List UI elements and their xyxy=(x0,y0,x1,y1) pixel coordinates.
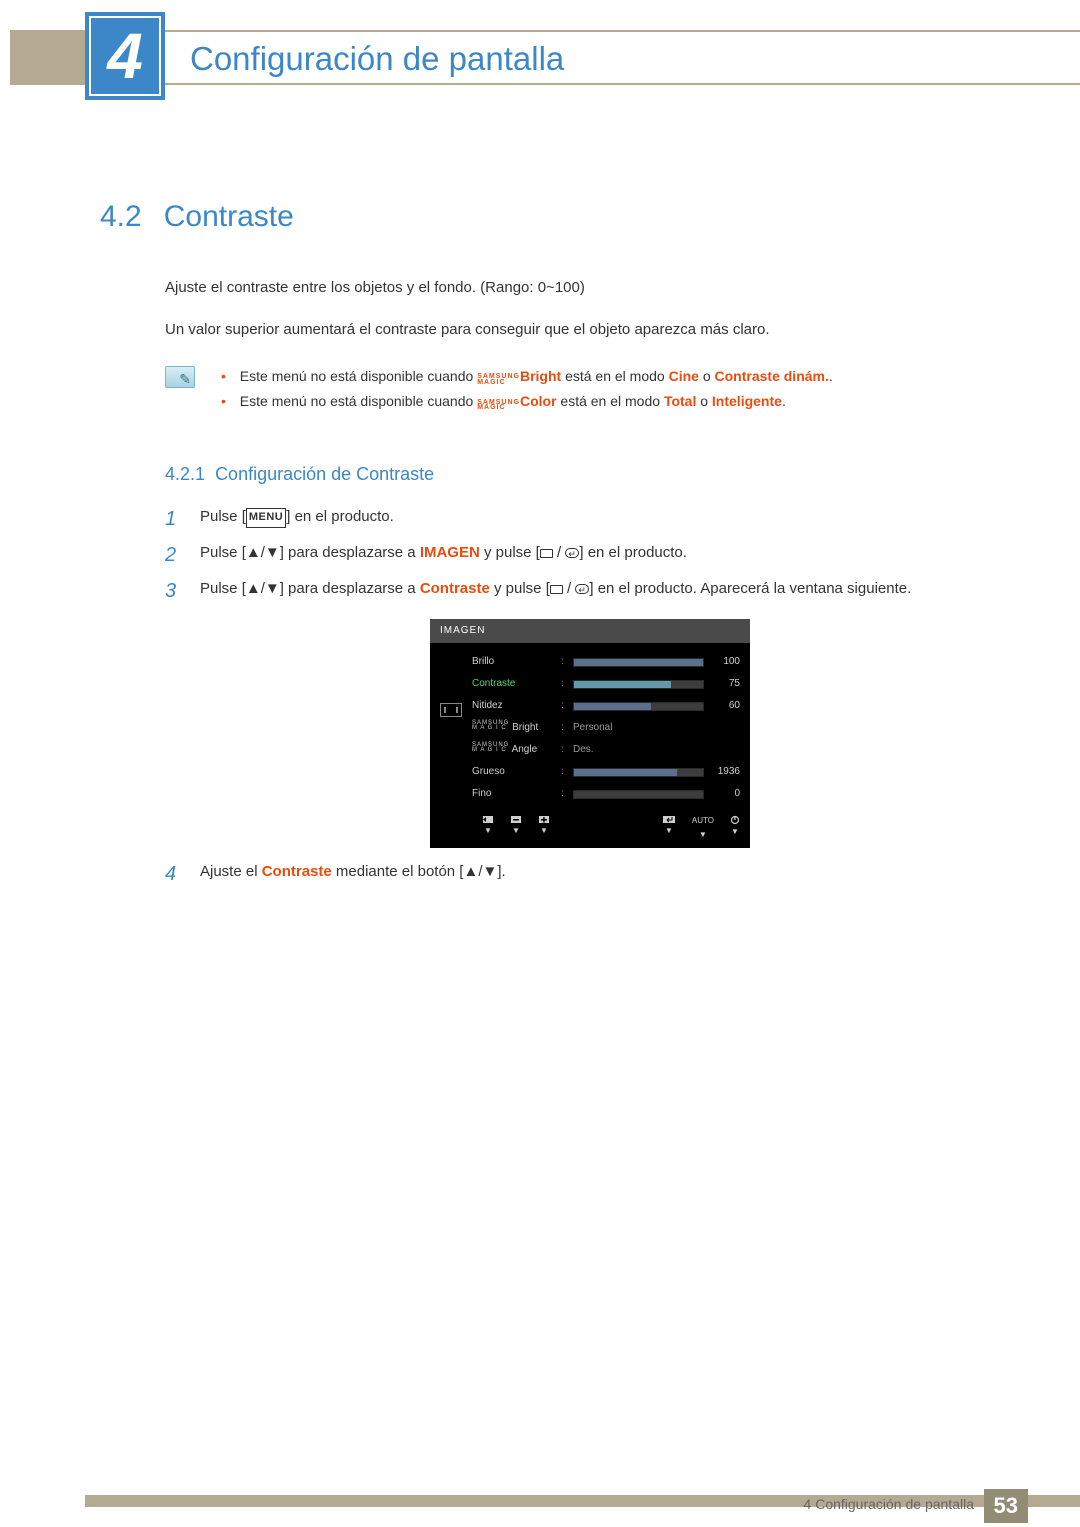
osd-row: SAMSUNGM A G I C Bright:Personal xyxy=(472,717,740,739)
samsung-magic-icon: SAMSUNGMAGIC xyxy=(477,374,520,385)
note-item-2: Este menú no está disponible cuando SAMS… xyxy=(221,389,833,414)
osd-row: SAMSUNGM A G I C Angle:Des. xyxy=(472,739,740,761)
osd-row-label: Nitidez xyxy=(472,698,557,714)
osd-value: 1936 xyxy=(708,764,740,780)
footer-text: 4 Configuración de pantalla xyxy=(804,1496,974,1512)
subsection-heading: 4.2.1 Configuración de Contraste xyxy=(165,464,980,485)
section-heading: 4.2 Contraste xyxy=(100,200,980,234)
osd-row: Brillo:100 xyxy=(472,651,740,673)
step-4: Ajuste el Contraste mediante el botón [▲… xyxy=(165,860,980,884)
note-list: Este menú no está disponible cuando SAMS… xyxy=(221,364,833,414)
osd-value: 60 xyxy=(708,698,740,714)
rect-icon xyxy=(540,549,553,558)
osd-bar xyxy=(573,790,704,799)
samsung-magic-icon: SAMSUNGMAGIC xyxy=(477,400,520,411)
osd-row-label: Grueso xyxy=(472,764,557,780)
osd-value: 0 xyxy=(708,786,740,802)
osd-bar xyxy=(573,680,704,689)
step-2: Pulse [▲/▼] para desplazarse a IMAGEN y … xyxy=(165,541,980,565)
osd-value: 75 xyxy=(708,676,740,692)
section-title: Contraste xyxy=(164,200,294,234)
step-1: Pulse [MENU] en el producto. xyxy=(165,505,980,529)
section-number: 4.2 xyxy=(100,200,142,234)
osd-category-icon xyxy=(440,703,462,717)
osd-footer-enter-icon: ▼ xyxy=(662,815,676,842)
chapter-number: 4 xyxy=(89,16,161,96)
osd-bar xyxy=(573,768,704,777)
osd-body: Brillo:100Contraste:75Nitidez:60SAMSUNGM… xyxy=(430,643,750,809)
intro-line-2: Un valor superior aumentará el contraste… xyxy=(165,318,980,342)
chapter-title: Configuración de pantalla xyxy=(190,40,564,78)
osd-text-value: Personal xyxy=(573,720,704,736)
osd-rows: Brillo:100Contraste:75Nitidez:60SAMSUNGM… xyxy=(472,643,750,809)
page-footer: 4 Configuración de pantalla 53 xyxy=(0,1489,1080,1527)
osd-side-icon-col xyxy=(430,643,472,809)
osd-bar xyxy=(573,702,704,711)
subsection-title: Configuración de Contraste xyxy=(215,464,434,484)
osd-title: IMAGEN xyxy=(430,619,750,643)
enter-icon xyxy=(565,548,579,558)
menu-button-icon: MENU xyxy=(246,508,286,528)
osd-value: 100 xyxy=(708,654,740,670)
osd-row-label: Fino xyxy=(472,786,557,802)
step-3: Pulse [▲/▼] para desplazarse a Contraste… xyxy=(165,577,980,848)
steps-list: Pulse [MENU] en el producto. Pulse [▲/▼]… xyxy=(165,505,980,884)
page-header: 4 Configuración de pantalla xyxy=(0,0,1080,115)
intro-line-1: Ajuste el contraste entre los objetos y … xyxy=(165,276,980,300)
content: 4.2 Contraste Ajuste el contraste entre … xyxy=(0,200,1080,884)
page-number: 53 xyxy=(984,1489,1028,1523)
osd-row-label: SAMSUNGM A G I C Angle xyxy=(472,742,557,758)
note-item-1: Este menú no está disponible cuando SAMS… xyxy=(221,364,833,389)
osd-row: Nitidez:60 xyxy=(472,695,740,717)
note-block: Este menú no está disponible cuando SAMS… xyxy=(165,364,980,414)
note-icon xyxy=(165,366,195,388)
osd-text-value: Des. xyxy=(573,742,704,758)
osd-row-label: SAMSUNGM A G I C Bright xyxy=(472,720,557,736)
section-intro: Ajuste el contraste entre los objetos y … xyxy=(165,276,980,342)
rect-icon xyxy=(550,585,563,594)
osd-row-label: Contraste xyxy=(472,676,557,692)
osd-row-label: Brillo xyxy=(472,654,557,670)
osd-bar xyxy=(573,658,704,667)
enter-icon xyxy=(575,584,589,594)
osd-footer-plus-icon: ▼ xyxy=(538,815,550,842)
osd-footer-power-icon: ▼ xyxy=(730,815,740,842)
osd-row: Fino:0 xyxy=(472,783,740,805)
subsection-number: 4.2.1 xyxy=(165,464,205,484)
osd-footer-back-icon: ▼ xyxy=(482,815,494,842)
osd-row: Grueso:1936 xyxy=(472,761,740,783)
osd-footer: ▼ ▼ ▼ ▼ xyxy=(430,809,750,842)
osd-footer-auto: AUTO ▼ xyxy=(692,815,714,842)
osd-panel: IMAGEN Brillo:100Contraste:75Nitidez:60S… xyxy=(430,619,750,848)
osd-row: Contraste:75 xyxy=(472,673,740,695)
osd-footer-minus-icon: ▼ xyxy=(510,815,522,842)
